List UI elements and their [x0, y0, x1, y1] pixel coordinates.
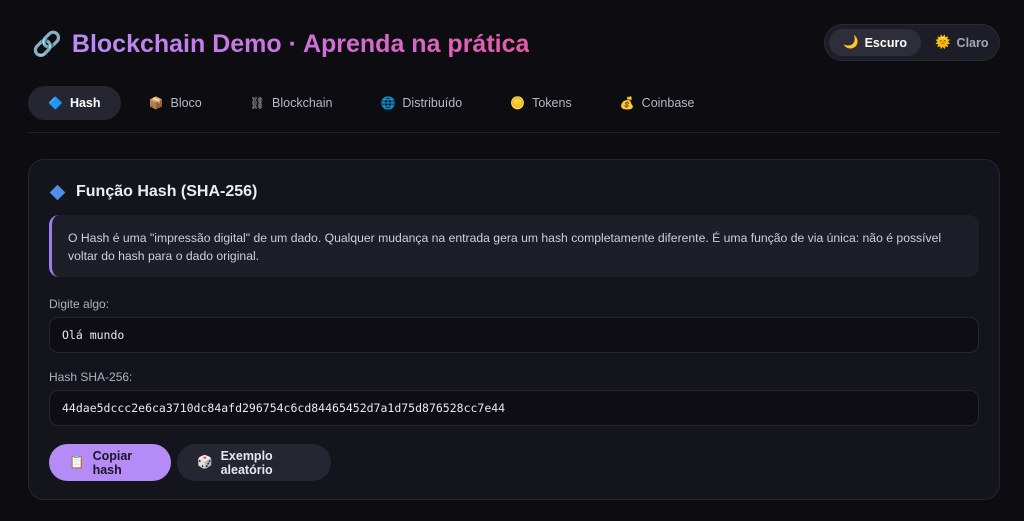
tab-hash[interactable]: 🔷 Hash	[28, 86, 121, 120]
dice-icon: 🎲	[197, 455, 213, 469]
tab-bar: 🔷 Hash 📦 Bloco ⛓ Blockchain 🌐 Distribuíd…	[28, 86, 723, 120]
theme-light-label: Claro	[956, 35, 989, 50]
card-title-text: Função Hash (SHA-256)	[76, 183, 258, 200]
input-label: Digite algo:	[49, 297, 110, 311]
tab-blockchain[interactable]: ⛓ Blockchain	[230, 86, 353, 120]
sun-icon: 🌞	[934, 35, 951, 49]
tab-label: Bloco	[170, 96, 202, 110]
theme-toggle: 🌙 Escuro 🌞 Claro	[824, 24, 1000, 61]
header-divider	[28, 132, 1000, 133]
random-example-label: Exemplo aleatório	[220, 448, 273, 477]
tab-label: Tokens	[532, 96, 572, 110]
link-icon: 🔗	[32, 30, 62, 58]
theme-dark-button[interactable]: 🌙 Escuro	[829, 29, 921, 56]
clipboard-icon: 📋	[69, 455, 85, 469]
tab-label: Blockchain	[272, 96, 333, 110]
tab-label: Coinbase	[641, 96, 695, 110]
card-title: Função Hash (SHA-256)	[49, 181, 257, 203]
money-bag-icon: 💰	[619, 96, 635, 110]
hash-card: Função Hash (SHA-256) O Hash é uma "impr…	[28, 159, 1000, 500]
blue-diamond-icon	[49, 184, 66, 200]
tab-label: Hash	[69, 96, 101, 110]
copy-hash-label: Copiar hash	[92, 448, 133, 477]
tab-distribuido[interactable]: 🌐 Distribuído	[360, 86, 482, 120]
tab-label: Distribuído	[402, 96, 463, 110]
text-input[interactable]: Olá mundo	[49, 317, 979, 353]
tab-coinbase[interactable]: 💰 Coinbase	[600, 86, 715, 120]
hash-output[interactable]: 44dae5dccc2e6ca3710dc84afd296754c6cd8446…	[49, 390, 979, 426]
theme-dark-label: Escuro	[864, 35, 907, 50]
app-title: 🔗 Blockchain Demo · Aprenda na prática	[32, 26, 529, 62]
tab-bloco[interactable]: 📦 Bloco	[129, 86, 222, 120]
blue-diamond-icon: 🔷	[48, 96, 63, 110]
moon-icon: 🌙	[843, 35, 859, 49]
app-title-text: Blockchain Demo · Aprenda na prática	[71, 29, 530, 58]
hash-label: Hash SHA-256:	[49, 370, 133, 384]
random-example-button[interactable]: 🎲 Exemplo aleatório	[177, 444, 331, 481]
globe-icon: 🌐	[380, 96, 396, 110]
info-box: O Hash é uma "impressão digital" de um d…	[49, 215, 979, 277]
copy-hash-button[interactable]: 📋 Copiar hash	[49, 444, 171, 481]
app-header: 🔗 Blockchain Demo · Aprenda na prática 🌙…	[0, 0, 1024, 88]
chain-icon: ⛓	[249, 96, 265, 110]
package-icon: 📦	[148, 96, 164, 110]
coin-icon: 🪙	[510, 96, 526, 110]
theme-light-button[interactable]: 🌞 Claro	[921, 29, 1003, 56]
tab-tokens[interactable]: 🪙 Tokens	[490, 86, 592, 120]
